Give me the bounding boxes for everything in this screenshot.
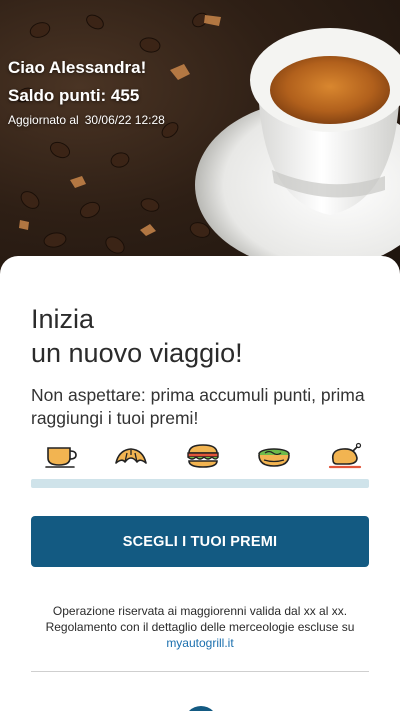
rewards-card: Inizia un nuovo viaggio! Non aspettare: …	[0, 256, 400, 711]
coffee-photo	[16, 12, 400, 270]
rewards-screen: Ciao Alessandra! Saldo punti: 455 Aggior…	[0, 0, 400, 711]
disclaimer-line2: Regolamento con il dettaglio delle merce…	[45, 620, 355, 634]
card-subtitle: Non aspettare: prima accumuli punti, pri…	[31, 385, 365, 428]
card-title-line2: un nuovo viaggio!	[31, 338, 243, 368]
bottom-nav-center-button[interactable]	[184, 706, 218, 711]
croissant-icon	[115, 448, 147, 464]
last-updated-value: 30/06/22 12:28	[84, 113, 165, 127]
hero-image: Ciao Alessandra! Saldo punti: 455 Aggior…	[0, 0, 400, 290]
card-title-line1: Inizia	[31, 304, 95, 334]
sandwich-icon	[187, 444, 219, 468]
last-updated: Aggiornato al 30/06/22 12:28	[8, 113, 171, 127]
last-updated-label: Aggiornato al	[8, 113, 79, 127]
section-divider	[31, 671, 369, 672]
roast-chicken-icon	[328, 442, 362, 469]
reward-icons-row	[31, 442, 369, 472]
coffee-cup-icon	[45, 447, 77, 468]
card-title: Inizia un nuovo viaggio!	[31, 302, 371, 370]
disclaimer-link[interactable]: myautogrill.it	[166, 636, 233, 650]
disclaimer-text: Operazione riservata ai maggiorenni vali…	[20, 603, 380, 651]
choose-rewards-button[interactable]: SCEGLI I TUOI PREMI	[31, 516, 369, 567]
pasta-bowl-icon	[258, 448, 290, 467]
points-balance: Saldo punti: 455	[8, 86, 140, 105]
greeting-name: Ciao Alessandra!	[8, 58, 147, 77]
disclaimer-line1: Operazione riservata ai maggiorenni vali…	[52, 604, 348, 618]
points-progress-bar	[31, 479, 369, 488]
